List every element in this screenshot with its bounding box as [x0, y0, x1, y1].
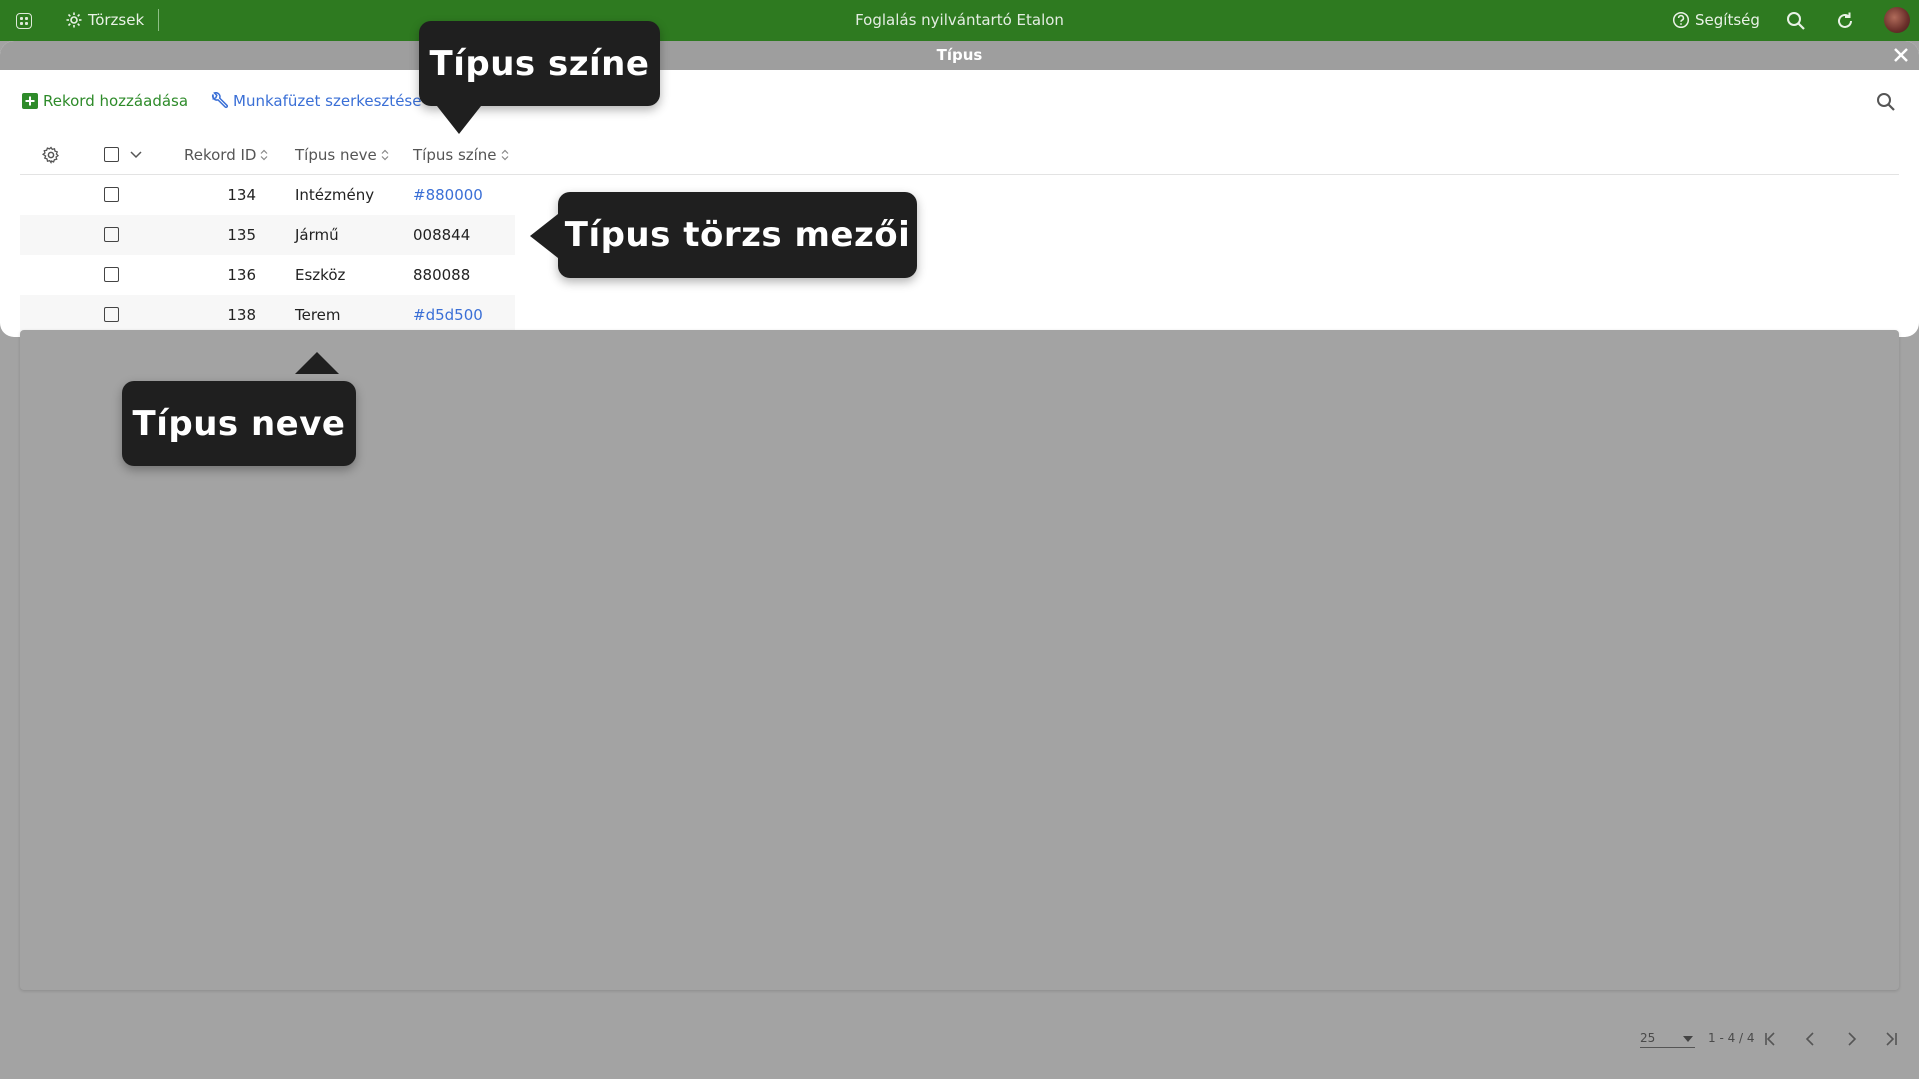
row-checkbox[interactable] [104, 267, 119, 282]
cell-record-id: 138 [227, 306, 256, 324]
sort-icon [261, 149, 268, 161]
page-size-select[interactable]: 25 [1640, 1030, 1695, 1048]
column-header-label: Rekord ID [184, 146, 257, 164]
edit-workbook-button[interactable]: Munkafüzet szerkesztése [210, 92, 421, 110]
callout-label: Típus neve [132, 403, 346, 444]
modal-window: Típus Rekord hozzáadása Munkafüzet szerk… [0, 41, 1919, 337]
grid-header: Rekord ID Típus neve Típus színe [20, 135, 1899, 175]
chevron-down-icon[interactable] [130, 151, 142, 159]
cell-record-id: 135 [227, 226, 256, 244]
cell-type-color-link[interactable]: #880000 [413, 175, 483, 215]
help-icon [1672, 11, 1690, 29]
cell-record-id: 134 [227, 186, 256, 204]
callout-arrow [437, 106, 481, 134]
sort-icon [381, 149, 389, 161]
callout-type-color: Típus színe [419, 21, 660, 106]
cell-type-color: 008844 [413, 226, 471, 244]
table-row[interactable]: 138 Terem #d5d500 [20, 295, 515, 335]
select-all-checkbox[interactable] [104, 147, 119, 162]
previous-page-icon[interactable] [1802, 1030, 1820, 1048]
next-page-icon[interactable] [1842, 1030, 1860, 1048]
wrench-icon [212, 92, 229, 109]
edit-workbook-label: Munkafüzet szerkesztése [233, 92, 422, 110]
callout-fields: Típus törzs mezői [558, 192, 917, 278]
avatar[interactable] [1884, 7, 1910, 33]
modal-header: Típus [0, 41, 1919, 70]
toolbar: Rekord hozzáadása Munkafüzet szerkesztés… [22, 88, 443, 114]
cell-type-name: Jármű [295, 226, 339, 244]
callout-label: Típus színe [429, 43, 650, 84]
modal-title: Típus [936, 46, 983, 64]
table-row[interactable]: 134 Intézmény #880000 [20, 175, 1899, 215]
app-title: Foglalás nyilvántartó Etalon [855, 11, 1064, 29]
page-size-value: 25 [1640, 1031, 1656, 1045]
callout-arrow [295, 352, 339, 374]
column-header-type-color[interactable]: Típus színe [413, 135, 509, 175]
row-checkbox[interactable] [104, 307, 119, 322]
table-row[interactable]: 136 Eszköz 880088 [20, 255, 1899, 295]
first-page-icon[interactable] [1762, 1030, 1780, 1048]
help-label: Segítség [1695, 11, 1760, 29]
column-header-type-name[interactable]: Típus neve [295, 135, 389, 175]
sort-icon [501, 149, 508, 161]
refresh-icon[interactable] [1834, 10, 1856, 32]
page-range: 1 - 4 / 4 [1708, 1031, 1755, 1045]
callout-type-name: Típus neve [122, 381, 356, 466]
settings-gear-icon[interactable] [42, 146, 60, 164]
add-record-button[interactable]: Rekord hozzáadása [22, 92, 188, 110]
table-row[interactable]: 135 Jármű 008844 [20, 215, 515, 255]
callout-label: Típus törzs mezői [564, 215, 911, 255]
row-checkbox[interactable] [104, 187, 119, 202]
cell-type-name: Terem [295, 306, 341, 324]
cell-type-name: Eszköz [295, 266, 346, 284]
help-button[interactable]: Segítség [1672, 11, 1760, 29]
cell-record-id: 136 [227, 266, 256, 284]
cell-type-color: 880088 [413, 266, 471, 284]
records-grid: Rekord ID Típus neve Típus színe 134 Int… [20, 135, 1899, 337]
top-bar: Törzsek Foglalás nyilvántartó Etalon Seg… [0, 0, 1919, 41]
add-record-label: Rekord hozzáadása [43, 92, 189, 110]
cell-type-name: Intézmény [295, 186, 375, 204]
last-page-icon[interactable] [1882, 1030, 1900, 1048]
column-header-record-id[interactable]: Rekord ID [184, 135, 268, 175]
row-checkbox[interactable] [104, 227, 119, 242]
table-search-icon[interactable] [1875, 91, 1897, 113]
column-header-label: Típus színe [413, 146, 497, 164]
search-icon[interactable] [1785, 10, 1807, 32]
cell-type-color-link[interactable]: #d5d500 [413, 295, 483, 335]
plus-square-icon [22, 93, 38, 109]
column-header-label: Típus neve [295, 146, 377, 164]
callout-arrow [530, 214, 558, 258]
close-icon[interactable] [1891, 45, 1911, 65]
